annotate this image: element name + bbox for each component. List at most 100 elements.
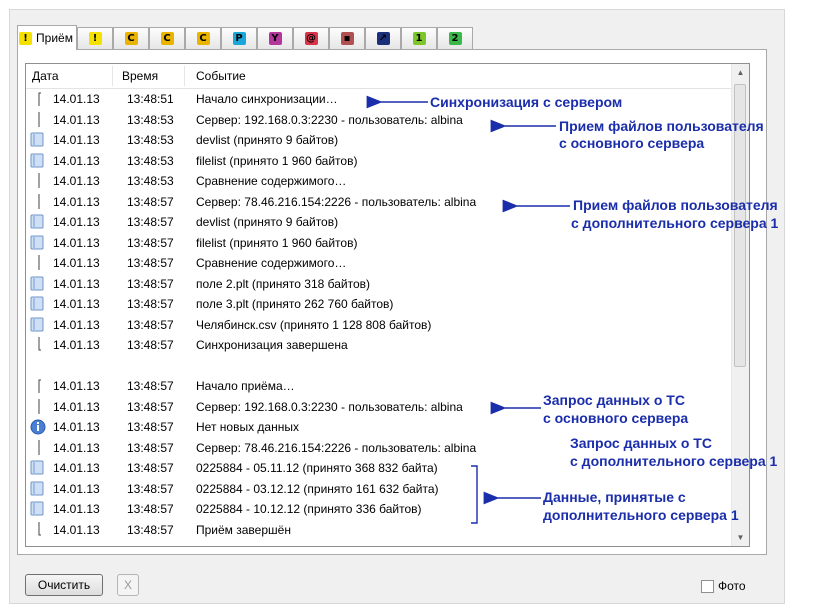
annotation-main-files-2: с основного сервера [559,135,705,151]
list-item[interactable]: 14.01.13 13:48:57 Челябинск.csv (принято 1… [26,315,726,335]
list-item[interactable] [26,356,726,376]
cell-date: 14.01.13 [53,256,100,270]
cell-date: 14.01.13 [53,235,100,250]
group-start-icon [30,91,44,106]
file-icon [30,235,44,250]
tab-12[interactable]: 2 [437,27,473,49]
cell-event: поле 3.plt (принято 262 760 байтов) [196,297,394,311]
list-item[interactable]: 14.01.13 13:48:57 Синхронизация завершена [26,335,726,355]
exclamation-icon: ! [88,32,102,45]
close-x-button[interactable]: X [117,574,139,596]
group-line-icon [30,255,44,270]
cell-event: Начало синхронизации… [196,92,338,106]
list-item[interactable]: 14.01.13 13:48:57 filelist (принято 1 960 … [26,233,726,253]
tab-3[interactable]: C [113,27,149,49]
tab-4[interactable]: C [149,27,185,49]
file-icon [30,132,44,147]
info-icon [30,419,46,435]
cell-event: Челябинск.csv (принято 1 128 808 байтов) [196,317,432,332]
tab-6[interactable]: P [221,27,257,49]
photo-checkbox[interactable] [701,580,714,593]
column-divider[interactable] [184,66,185,86]
cell-time: 13:48:53 [127,133,174,147]
file-icon [30,317,44,332]
cell-event: поле 2.plt (принято 318 байтов) [196,276,371,291]
cell-time: 13:48:57 [127,338,174,352]
cell-time: 13:48:57 [127,502,174,516]
tab-label: Приём [36,31,73,45]
cell-date: 14.01.13 [53,276,100,291]
group-line-icon [30,193,44,209]
filter-icon: Y [268,32,282,45]
one-icon: 1 [412,32,426,45]
cell-event: devlist (принято 9 байтов) [196,215,339,229]
tab-10[interactable]: ↗ [365,27,401,49]
list-item[interactable]: 14.01.13 13:48:57 поле 2.plt (принято 318 … [26,274,726,294]
tab-11[interactable]: 1 [401,27,437,49]
cell-time: 13:48:57 [127,276,174,291]
photo-checkbox-label: Фото [718,579,746,593]
tab-2[interactable]: ! [77,27,113,49]
column-divider[interactable] [112,66,113,86]
device-icon: ▪ [340,32,354,45]
group-line-icon [30,398,44,414]
cell-date: 14.01.13 [53,215,100,229]
cell-time: 13:48:53 [127,153,174,168]
tab-7[interactable]: Y [257,27,293,49]
cell-event: Синхронизация завершена [196,338,348,352]
cell-event: 0225884 - 03.12.12 (принято 161 632 байт… [196,481,439,496]
tab-9[interactable]: ▪ [329,27,365,49]
cell-event: Сравнение содержимого… [196,256,347,270]
cell-date: 14.01.13 [53,338,100,352]
cell-event: Приём завершён [196,522,291,537]
cell-date: 14.01.13 [53,461,100,475]
list-item[interactable]: 14.01.13 13:48:57 Сравнение содержимого… [26,253,726,273]
cell-date: 14.01.13 [53,194,100,209]
cell-event: Нет новых данных [196,420,299,434]
cell-time: 13:48:57 [127,379,174,393]
empty-icon [30,358,44,373]
cell-time: 13:48:57 [127,461,174,475]
tab-5[interactable]: C [185,27,221,49]
column-header-date[interactable]: Дата [32,69,59,83]
cell-time: 13:48:53 [127,174,174,188]
file-icon [30,460,44,475]
c-icon: C [196,32,210,45]
clear-button[interactable]: Очистить [25,574,103,596]
cell-date: 14.01.13 [53,502,100,516]
cell-date: 14.01.13 [53,481,100,496]
scroll-down-icon[interactable]: ▼ [732,529,749,546]
annotation-sync: Синхронизация с сервером [430,94,623,110]
cell-time: 13:48:57 [127,317,174,332]
exclamation-icon: ! [19,31,33,45]
mail-icon: @ [304,32,318,45]
tab-1[interactable]: ! Приём [17,25,77,50]
cell-time: 13:48:57 [127,420,174,434]
group-end-icon [30,337,44,352]
file-icon [30,481,44,496]
c-icon: C [124,32,138,45]
file-icon [30,153,44,168]
scroll-up-icon[interactable]: ▲ [732,64,749,81]
cell-time: 13:48:57 [127,235,174,250]
cell-event: filelist (принято 1 960 байтов) [196,153,358,168]
list-item[interactable]: 14.01.13 13:48:53 Сравнение содержимого… [26,171,726,191]
cell-date: 14.01.13 [53,317,100,332]
list-item[interactable]: 14.01.13 13:48:53 filelist (принято 1 960 … [26,151,726,171]
cell-date: 14.01.13 [53,379,100,393]
file-icon [30,214,44,229]
vertical-scrollbar[interactable]: ▲ ▼ [731,64,749,546]
cell-time: 13:48:57 [127,256,174,270]
cell-event: Сервер: 192.168.0.3:2230 - пользователь:… [196,112,463,127]
file-icon [30,276,44,291]
column-header-time[interactable]: Время [122,69,158,83]
group-line-icon [30,111,44,127]
tab-8[interactable]: @ [293,27,329,49]
cell-date: 14.01.13 [53,420,100,434]
annotation-ts-main-1: Запрос данных о ТС [543,392,685,408]
cell-event: Сервер: 192.168.0.3:2230 - пользователь:… [196,399,463,414]
cell-event: 0225884 - 05.11.12 (принято 368 832 байт… [196,461,438,475]
list-item[interactable]: 14.01.13 13:48:57 поле 3.plt (принято 262 … [26,294,726,314]
column-header-event[interactable]: Событие [196,69,246,83]
annotation-extra-files-1: Прием файлов пользователя [573,197,778,213]
